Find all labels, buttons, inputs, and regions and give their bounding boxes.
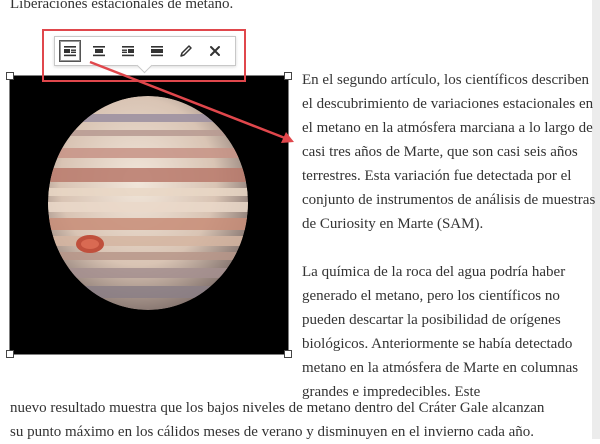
align-right-button[interactable] [117,40,139,62]
resize-handle-top-left[interactable] [6,72,14,80]
selected-image[interactable] [6,72,292,358]
align-center-icon [93,46,105,57]
resize-handle-bottom-left[interactable] [6,350,14,358]
resize-handle-top-right[interactable] [284,72,292,80]
image-toolbar [54,36,236,66]
paragraph-2-line-2: su punto máximo en los cálidos meses de … [10,424,535,440]
edit-button[interactable] [175,40,197,62]
heading-partial: Liberaciones estacionales de metano. [10,0,234,12]
paragraph-2-line-1: nuevo resultado muestra que los bajos ni… [10,400,545,416]
jupiter-image [48,96,248,310]
align-left-icon [64,46,76,57]
paragraph-2: La química de la roca del agua podría ha… [302,264,579,400]
paragraph-1: En el segundo artículo, los científicos … [302,72,596,232]
pencil-icon [180,45,192,57]
align-none-icon [151,46,163,57]
resize-handle-bottom-right[interactable] [284,350,292,358]
align-left-button[interactable] [59,40,81,62]
close-icon [210,46,220,56]
align-center-button[interactable] [88,40,110,62]
align-none-button[interactable] [146,40,168,62]
align-right-icon [122,46,134,57]
paragraph-2-continued: nuevo resultado muestra que los bajos ni… [10,396,598,444]
remove-button[interactable] [204,40,226,62]
